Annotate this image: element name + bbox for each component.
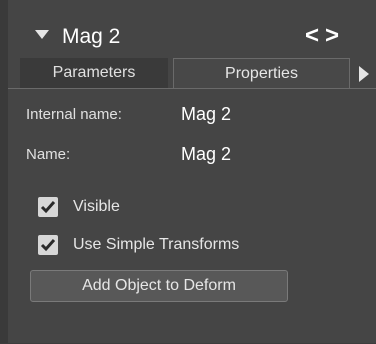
simple-transforms-label: Use Simple Transforms bbox=[73, 236, 240, 253]
checkmark-icon bbox=[40, 239, 56, 252]
collapse-triangle-icon[interactable] bbox=[35, 30, 49, 39]
add-object-to-deform-button[interactable]: Add Object to Deform bbox=[30, 270, 288, 302]
properties-content: Internal name: Mag 2 Name: Mag 2 Visible… bbox=[8, 88, 376, 344]
visible-label: Visible bbox=[73, 198, 120, 215]
panel-header: Mag 2 <> bbox=[8, 10, 376, 56]
visible-checkbox[interactable] bbox=[38, 197, 58, 217]
tab-parameters[interactable]: Parameters bbox=[20, 58, 168, 88]
tab-scroll-right-icon[interactable] bbox=[359, 66, 369, 82]
tab-bar: Parameters Properties bbox=[20, 58, 376, 88]
internal-name-value: Mag 2 bbox=[181, 104, 232, 124]
name-label: Name: bbox=[26, 146, 71, 163]
panel-title: Mag 2 bbox=[62, 25, 121, 48]
tab-properties[interactable]: Properties bbox=[173, 58, 350, 88]
checkmark-icon bbox=[40, 201, 56, 214]
internal-name-label: Internal name: bbox=[26, 106, 122, 123]
properties-panel: Mag 2 <> Parameters Properties Internal … bbox=[0, 0, 376, 343]
prev-next-icon[interactable]: <> bbox=[305, 22, 345, 50]
name-value[interactable]: Mag 2 bbox=[181, 144, 231, 165]
simple-transforms-checkbox[interactable] bbox=[38, 235, 58, 255]
panel-left-edge bbox=[0, 0, 8, 343]
